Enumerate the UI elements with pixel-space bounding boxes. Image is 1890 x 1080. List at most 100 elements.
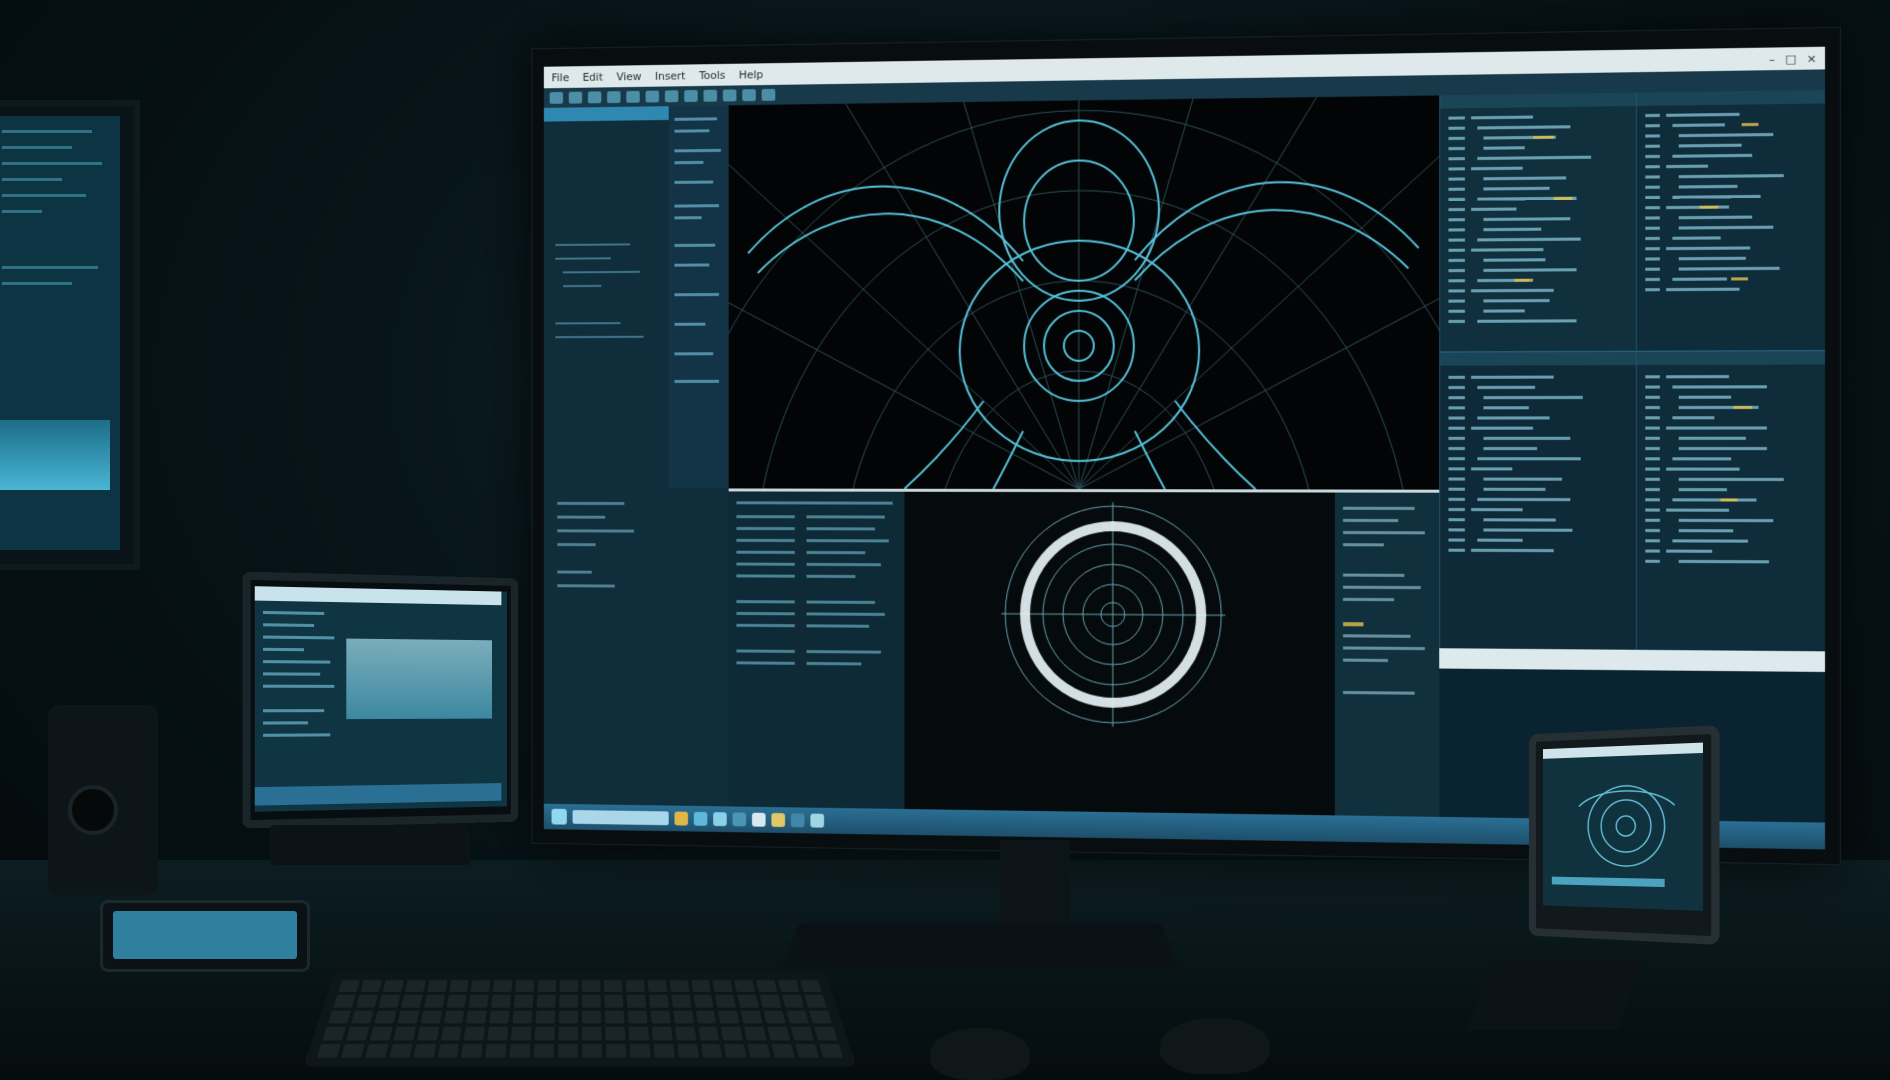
keyboard-key [534,1044,554,1058]
settings-icon[interactable] [733,812,747,826]
keyboard-key [513,1011,533,1024]
keyboard-key [537,995,556,1007]
redo-icon[interactable] [626,91,639,103]
menu-insert[interactable]: Insert [655,69,685,82]
keyboard-key [738,995,759,1007]
tablet-stand [270,825,470,865]
undo-icon[interactable] [607,91,620,103]
menu-view[interactable]: View [616,70,641,83]
tree-lines-graphic [544,234,669,490]
properties-lines-graphic [669,105,729,431]
keyboard-key [675,1027,696,1040]
new-file-icon[interactable] [550,92,563,104]
code-editor-panel[interactable] [1636,90,1825,351]
layers-panel [544,488,729,806]
keyboard-key [346,1027,369,1040]
status-bar [1439,648,1825,672]
keyboard-key [582,980,600,992]
keyboard-key [582,1044,602,1058]
code-editor-panel[interactable] [1439,351,1637,651]
keyboard-key [735,980,756,992]
cut-icon[interactable] [646,91,659,103]
taskbar-search-input[interactable] [573,810,669,825]
menu-help[interactable]: Help [739,68,763,81]
keyboard-key [701,1044,723,1058]
grid-icon[interactable] [810,814,824,828]
menu-file[interactable]: File [552,71,570,84]
code-lines-graphic [1440,365,1637,648]
radar-view[interactable] [904,492,1334,816]
keyboard-key [713,980,733,992]
tablet-screen [255,586,507,812]
3d-viewport[interactable] [729,95,1440,492]
keyboard-key [413,1044,435,1058]
scale-icon[interactable] [762,89,776,101]
keyboard-key [795,1044,819,1058]
folder-icon[interactable] [674,812,688,826]
secondary-screen-line [2,210,42,213]
menu-edit[interactable]: Edit [583,70,603,83]
media-icon[interactable] [771,813,785,827]
open-icon[interactable] [569,92,582,104]
keyboard-key [382,980,403,992]
code-lines-graphic [1440,106,1637,348]
chart-icon[interactable] [791,813,805,827]
code-editor-panel[interactable] [1439,93,1637,352]
keyboard-key [560,980,578,992]
browser-icon[interactable] [694,812,708,826]
keyboard-key [604,980,623,992]
move-icon[interactable] [723,89,737,101]
code-lines-graphic [1637,103,1825,347]
save-icon[interactable] [588,91,601,103]
close-icon[interactable]: × [1807,51,1817,65]
mail-icon[interactable] [713,812,727,826]
keyboard-key [800,980,822,992]
keyboard-key [559,1011,578,1024]
maximize-icon[interactable]: □ [1785,52,1796,66]
code-editor-panel[interactable] [1636,350,1825,652]
secondary-screen-line [2,266,98,269]
keyboard-key [446,995,467,1007]
table-lines-graphic [729,491,905,730]
keyboard-key [491,995,511,1007]
keyboard-key [378,995,400,1007]
start-icon[interactable] [552,809,567,825]
menu-tools[interactable]: Tools [699,68,725,81]
keyboard-key [559,995,578,1007]
output-log-panel [1335,493,1439,817]
keyboard-key [778,980,800,992]
keyboard-key [443,1011,464,1024]
keyboard-key [673,1011,694,1024]
tablet-device [242,572,518,829]
keyboard-key [317,1044,341,1058]
window-controls: – □ × [1769,51,1817,65]
keyboard-key [627,1011,647,1024]
keyboard-key [696,1011,717,1024]
handheld-wireframe-graphic [1543,743,1703,899]
keyboard-key [333,995,355,1007]
keyboard-key [741,1011,763,1024]
keyboard-key [628,1027,648,1040]
keyboard-key [393,1027,415,1040]
paste-icon[interactable] [684,90,698,102]
terminal-icon[interactable] [752,813,766,827]
keyboard-key [417,1027,439,1040]
keyboard-key [748,1044,771,1058]
keyboard-key [605,1011,624,1024]
select-icon[interactable] [703,90,717,102]
keyboard-key [511,1027,531,1040]
minimize-icon[interactable]: – [1769,52,1775,65]
keyboard-key [650,1011,670,1024]
keyboard-key [582,1027,602,1040]
keyboard-key [677,1044,699,1058]
waveform-graph [0,420,110,490]
copy-icon[interactable] [665,90,679,102]
keyboard-key [558,1044,578,1058]
keyboard-key [397,1011,419,1024]
rotate-icon[interactable] [742,89,756,101]
tree-item[interactable] [544,207,669,219]
layers-lines-graphic [544,488,729,706]
handheld-screen [1543,743,1703,911]
keyboard-key [698,1027,720,1040]
keyboard-key [488,1027,509,1040]
